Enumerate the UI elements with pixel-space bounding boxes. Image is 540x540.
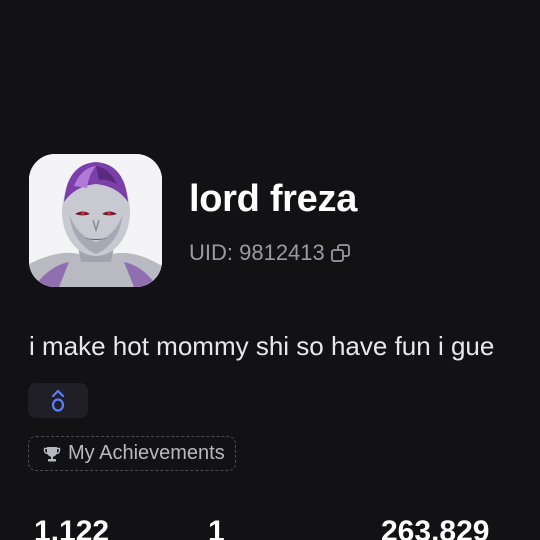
username: lord freza: [189, 178, 358, 220]
uid-text: UID: 9812413: [189, 240, 325, 265]
stat-value-2: 1: [208, 515, 225, 540]
uid-row: UID: 9812413: [189, 240, 352, 266]
profile-page: lord freza UID: 9812413 i make hot mommy…: [0, 0, 540, 540]
my-achievements-button[interactable]: My Achievements: [28, 436, 236, 471]
trophy-icon: [43, 446, 61, 461]
stat-value-3: 263,829: [381, 515, 490, 540]
profile-bio: i make hot mommy shi so have fun i gue: [29, 331, 495, 361]
ladder-badge-icon: [51, 389, 65, 412]
copy-icon[interactable]: [330, 242, 352, 264]
stat-value-1: 1,122: [34, 515, 110, 540]
achievements-label: My Achievements: [68, 442, 225, 464]
badge-chip[interactable]: [28, 383, 88, 418]
avatar[interactable]: [29, 154, 162, 287]
avatar-image: [29, 154, 162, 287]
